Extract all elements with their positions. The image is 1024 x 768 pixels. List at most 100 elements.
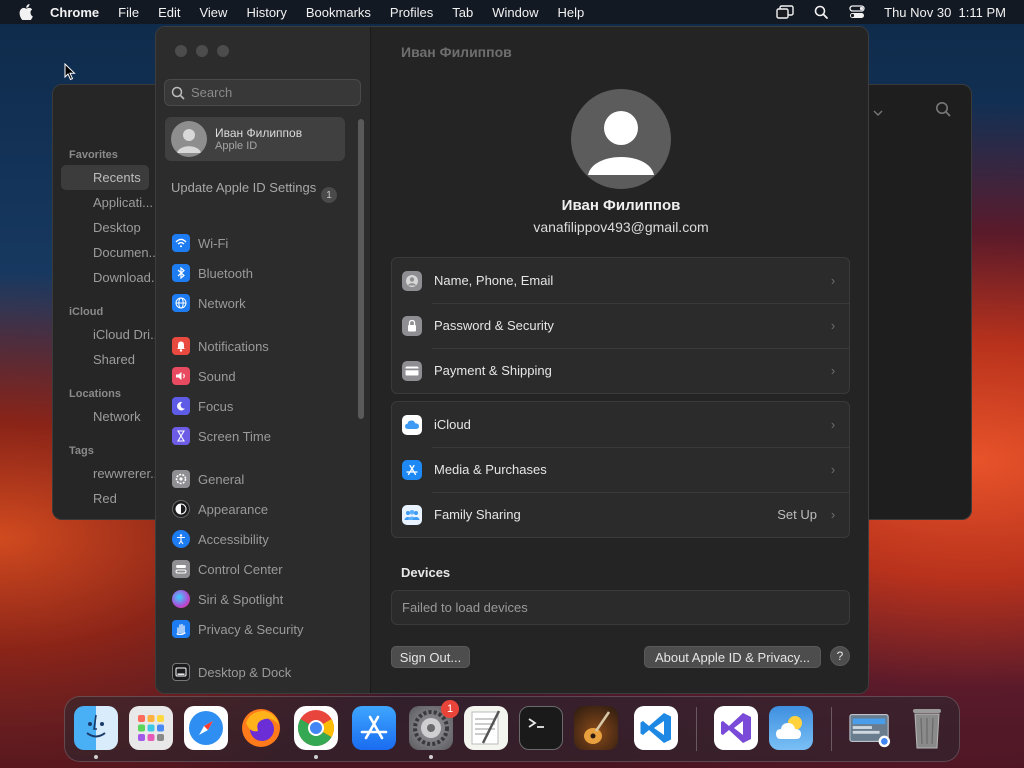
sidebar-item-siri-spotlight[interactable]: Siri & Spotlight — [172, 588, 283, 610]
sidebar-item-general[interactable]: General — [172, 468, 244, 490]
row-password-security[interactable]: Password & Security › — [392, 303, 849, 348]
menu-bookmarks[interactable]: Bookmarks — [306, 5, 371, 20]
apple-menu-icon[interactable] — [18, 4, 34, 20]
dock-separator — [696, 707, 697, 751]
close-button[interactable] — [175, 45, 187, 57]
finder-item-shared[interactable]: Shared — [53, 347, 157, 372]
menu-history[interactable]: History — [246, 5, 286, 20]
sidebar-item-screen-time[interactable]: Screen Time — [172, 425, 271, 447]
finder-item-applications[interactable]: Applicati... — [53, 190, 157, 215]
firefox-icon — [242, 709, 280, 747]
help-button[interactable]: ? — [830, 646, 850, 666]
chevron-down-icon[interactable] — [873, 103, 883, 121]
menu-window[interactable]: Window — [492, 5, 538, 20]
search-field[interactable]: Search — [164, 79, 361, 106]
finder-item-network[interactable]: Network — [53, 404, 157, 429]
row-name-phone-email[interactable]: Name, Phone, Email › — [392, 258, 849, 303]
menu-file[interactable]: File — [118, 5, 139, 20]
row-payment-shipping[interactable]: Payment & Shipping › — [392, 348, 849, 393]
sidebar-item-label: Control Center — [198, 561, 283, 577]
search-icon[interactable] — [935, 101, 951, 122]
bell-icon — [172, 337, 190, 355]
row-media-purchases[interactable]: Media & Purchases › — [392, 447, 849, 492]
dock-weather[interactable] — [769, 706, 813, 750]
row-family-sharing[interactable]: Family Sharing Set Up › — [392, 492, 849, 537]
sidebar-item-notifications[interactable]: Notifications — [172, 335, 269, 357]
dock-finder[interactable] — [74, 706, 118, 750]
finder-item-desktop[interactable]: Desktop — [53, 215, 157, 240]
search-icon — [171, 86, 185, 100]
dock-system-settings[interactable]: 1 — [409, 700, 459, 750]
minimize-button[interactable] — [196, 45, 208, 57]
profile-avatar[interactable] — [571, 89, 671, 189]
screen-mirroring-icon[interactable] — [776, 5, 794, 19]
finder-item-tag-1[interactable]: rewwrerer... — [53, 461, 157, 486]
sidebar-item-bluetooth[interactable]: Bluetooth — [172, 262, 253, 284]
dock-vscode[interactable] — [634, 706, 678, 750]
menu-edit[interactable]: Edit — [158, 5, 180, 20]
menu-clock[interactable]: Thu Nov 30 1:11 PM — [884, 5, 1006, 20]
family-icon — [402, 504, 422, 525]
dock-chrome[interactable] — [294, 706, 338, 750]
menu-tab[interactable]: Tab — [452, 5, 473, 20]
system-settings-window: Search Иван Филиппов Apple ID Update App… — [155, 26, 869, 694]
accessibility-icon — [172, 530, 190, 548]
about-apple-id-privacy-button[interactable]: About Apple ID & Privacy... — [644, 646, 821, 668]
chevron-right-icon: › — [830, 507, 836, 522]
dock-textedit[interactable] — [464, 706, 508, 750]
sidebar-item-wifi[interactable]: Wi-Fi — [172, 232, 228, 254]
finder-item-tag-red[interactable]: Red — [53, 486, 157, 511]
sidebar-item-privacy-security[interactable]: Privacy & Security — [172, 618, 303, 640]
dock-firefox[interactable] — [239, 706, 283, 750]
dock-app-store[interactable] — [352, 706, 396, 750]
control-center-icon[interactable] — [848, 5, 866, 19]
dock-garageband[interactable] — [574, 706, 618, 750]
sidebar-apple-id-account[interactable]: Иван Филиппов Apple ID — [165, 117, 345, 161]
chrome-icon — [297, 710, 334, 747]
spotlight-search-icon[interactable] — [812, 5, 830, 19]
dock-safari[interactable] — [184, 706, 228, 750]
sign-out-button[interactable]: Sign Out... — [391, 646, 470, 668]
menu-app-name[interactable]: Chrome — [50, 5, 99, 20]
profile-email: vanafilippov493@gmail.com — [533, 219, 709, 235]
dock-trash[interactable] — [905, 706, 949, 750]
finder-item-downloads[interactable]: Download... — [53, 265, 157, 290]
row-label: Name, Phone, Email — [434, 273, 554, 288]
siri-icon — [172, 590, 190, 608]
search-placeholder: Search — [191, 85, 233, 100]
menu-view[interactable]: View — [199, 5, 227, 20]
sidebar-item-focus[interactable]: Focus — [172, 395, 233, 417]
app-store-icon — [360, 715, 388, 740]
menu-help[interactable]: Help — [558, 5, 585, 20]
finder-item-recents[interactable]: Recents — [61, 165, 149, 190]
zoom-button[interactable] — [217, 45, 229, 57]
launchpad-icon — [138, 715, 164, 741]
dock-launchpad[interactable] — [129, 706, 173, 750]
sidebar-item-accessibility[interactable]: Accessibility — [172, 528, 269, 550]
safari-icon — [189, 711, 223, 745]
finder-item-icloud-drive[interactable]: iCloud Dri... — [53, 322, 157, 347]
sidebar-item-desktop-dock[interactable]: Desktop & Dock — [172, 661, 291, 683]
sidebar-item-label: Focus — [198, 398, 234, 414]
menu-profiles[interactable]: Profiles — [390, 5, 433, 20]
update-badge: 1 — [321, 187, 337, 203]
finder-item-documents[interactable]: Documen... — [53, 240, 157, 265]
finder-section-icloud: iCloud — [69, 306, 104, 318]
dock-downloads-stack[interactable] — [848, 706, 892, 750]
chevron-right-icon: › — [830, 462, 836, 477]
sidebar-item-sound[interactable]: Sound — [172, 365, 236, 387]
running-indicator — [429, 755, 433, 759]
downloads-stack-icon — [849, 714, 891, 748]
sidebar-item-appearance[interactable]: Appearance — [172, 498, 268, 520]
chevron-right-icon: › — [830, 417, 836, 432]
dock-visual-studio[interactable] — [714, 706, 758, 750]
sidebar-item-network[interactable]: Network — [172, 292, 246, 314]
terminal-icon — [528, 718, 544, 728]
sidebar-item-control-center[interactable]: Control Center — [172, 558, 283, 580]
dock-terminal[interactable] — [519, 706, 563, 750]
row-icloud[interactable]: iCloud › — [392, 402, 849, 447]
devices-heading: Devices — [401, 565, 451, 580]
update-apple-id-settings[interactable]: Update Apple ID Settings — [171, 180, 341, 196]
sidebar-item-label: Appearance — [198, 501, 269, 517]
sidebar-scrollbar[interactable] — [358, 119, 364, 419]
